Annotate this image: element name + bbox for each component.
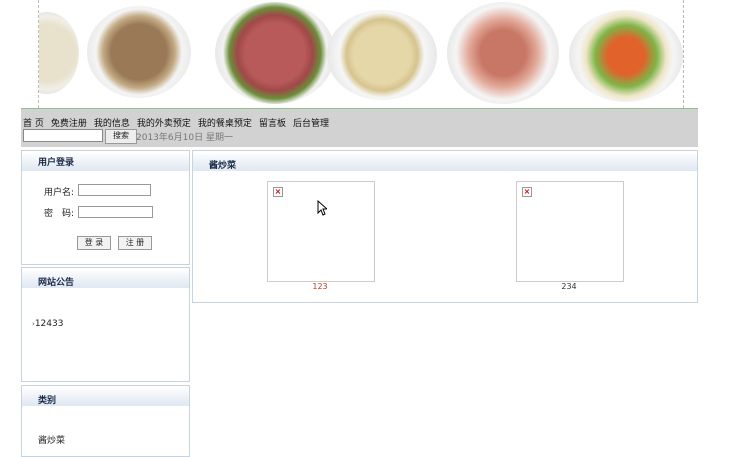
nav-home-link[interactable]: 首 页 xyxy=(23,119,44,129)
plate-image-3 xyxy=(215,2,335,104)
search-button[interactable]: 搜索 xyxy=(105,129,137,144)
password-input[interactable] xyxy=(78,206,153,218)
username-input[interactable] xyxy=(78,184,151,196)
nav-table-booking-link[interactable]: 我的餐桌预定 xyxy=(198,119,252,129)
nav-admin-link[interactable]: 后台管理 xyxy=(293,119,329,129)
broken-image-icon: × xyxy=(273,187,283,197)
plate-image-2 xyxy=(87,6,191,98)
date-text: 2013年6月10日 星期一 xyxy=(136,133,233,143)
nav-takeout-order-link[interactable]: 我的外卖预定 xyxy=(137,119,191,129)
dishes-panel-header xyxy=(193,154,697,171)
nav-register-link[interactable]: 免费注册 xyxy=(51,119,87,129)
plate-image-1 xyxy=(39,12,79,94)
food-banner xyxy=(38,0,684,108)
category-panel-title: 类别 xyxy=(38,396,57,406)
username-label: 用户名: xyxy=(44,188,75,198)
plate-image-6 xyxy=(569,10,683,102)
nav-message-board-link[interactable]: 留言板 xyxy=(259,119,286,129)
search-input[interactable] xyxy=(23,129,103,142)
dishes-panel-title: 酱炒菜 xyxy=(209,161,237,171)
mouse-cursor-icon xyxy=(317,200,327,216)
dish-name-1[interactable]: 123 xyxy=(267,282,373,291)
dish-name-2[interactable]: 234 xyxy=(516,282,622,291)
dish-image-1[interactable]: × xyxy=(267,181,375,282)
dish-image-2[interactable]: × xyxy=(516,181,624,282)
notice-panel-title: 网站公告 xyxy=(38,278,75,288)
nav-bar: 首 页免费注册 我的信息 我的外卖预定 我的餐桌预定 留言板 后台管理 搜索 2013年6… xyxy=(21,108,698,147)
notice-item[interactable]: ›12433 xyxy=(32,319,63,329)
nav-my-info-link[interactable]: 我的信息 xyxy=(94,119,130,129)
plate-image-4 xyxy=(327,10,437,100)
password-label: 密 码: xyxy=(44,209,75,219)
category-item[interactable]: 酱炒菜 xyxy=(38,433,65,446)
category-panel: 类别 酱炒菜 xyxy=(21,385,190,457)
nav-links: 首 页免费注册 我的信息 我的外卖预定 我的餐桌预定 留言板 后台管理 xyxy=(23,116,336,129)
login-panel: 用户登录 用户名: 密 码: 登 录 注 册 xyxy=(21,150,190,265)
login-button[interactable]: 登 录 xyxy=(77,236,111,250)
register-button[interactable]: 注 册 xyxy=(118,236,152,250)
plate-image-5 xyxy=(447,2,559,104)
broken-image-icon: × xyxy=(522,187,532,197)
notice-panel: 网站公告 ›12433 xyxy=(21,267,190,382)
login-panel-title: 用户登录 xyxy=(38,158,75,168)
dishes-panel: 酱炒菜 × 123 × 234 xyxy=(192,150,698,303)
